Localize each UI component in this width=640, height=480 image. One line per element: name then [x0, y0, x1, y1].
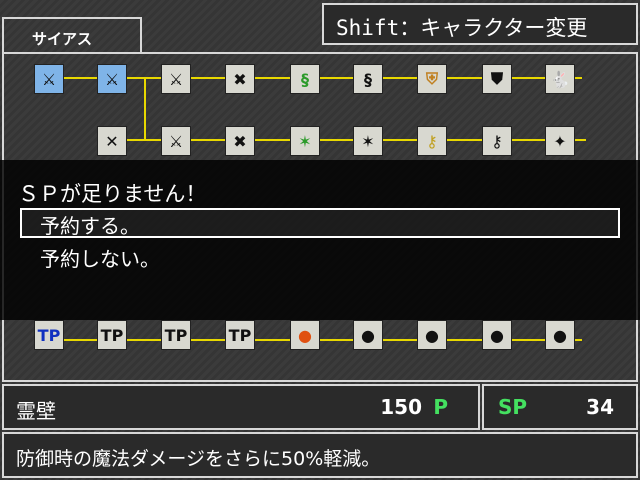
skill-description: 防御時の魔法ダメージをさらに50%軽減。	[16, 448, 381, 470]
shift-hint-box: Shift：キャラクター変更	[322, 3, 638, 45]
skill-node-black-orb[interactable]: ●	[353, 320, 383, 350]
skill-cost: 150	[380, 395, 422, 419]
skill-node-black-orb[interactable]: ●	[545, 320, 575, 350]
sp-panel: SP 34	[482, 384, 638, 430]
tree-link	[144, 77, 146, 139]
skill-node-sword[interactable]: ⚔	[161, 64, 191, 94]
skill-node-sword-dark[interactable]: ✖	[225, 126, 255, 156]
sp-label: SP	[498, 395, 528, 419]
skill-node-wolf-dark[interactable]: ✦	[545, 126, 575, 156]
skill-node-key-dark[interactable]: ⚷	[482, 126, 512, 156]
skill-node-tp[interactable]: TP	[97, 320, 127, 350]
skill-node-green-cross[interactable]: ✶	[290, 126, 320, 156]
skill-node-rabbit[interactable]: 🐇	[545, 64, 575, 94]
skill-cost-unit: P	[433, 395, 448, 419]
dialog-message: ＳＰが足りません！	[18, 182, 207, 206]
skill-node-green-whip[interactable]: §	[290, 64, 320, 94]
character-tab[interactable]: サイアス	[2, 17, 142, 53]
skill-node-sword[interactable]: ⚔	[97, 64, 127, 94]
sp-value: 34	[586, 395, 614, 419]
skill-node-cross-dark[interactable]: ✶	[353, 126, 383, 156]
skill-info-panel: 霊壁 150 P	[2, 384, 480, 430]
skill-node-black-orb[interactable]: ●	[482, 320, 512, 350]
skill-node-shield[interactable]: ⛨	[417, 64, 447, 94]
skill-node-key[interactable]: ⚷	[417, 126, 447, 156]
skill-node-tp[interactable]: TP	[225, 320, 255, 350]
skill-node-double-sword[interactable]: ✕	[97, 126, 127, 156]
skill-name: 霊壁	[16, 399, 56, 423]
option-no-reserve[interactable]: 予約しない。	[40, 243, 160, 272]
skill-node-shield-dark[interactable]: ⛊	[482, 64, 512, 94]
sp-shortage-dialog: ＳＰが足りません！ 予約する。 予約しない。	[0, 160, 640, 320]
skill-node-sword[interactable]: ⚔	[161, 126, 191, 156]
character-name: サイアス	[32, 30, 93, 48]
shift-hint-text: Shift：キャラクター変更	[336, 16, 588, 40]
skill-node-tp[interactable]: TP	[34, 320, 64, 350]
skill-node-sword[interactable]: ⚔	[34, 64, 64, 94]
option-reserve[interactable]: 予約する。	[40, 210, 140, 239]
skill-node-tp[interactable]: TP	[161, 320, 191, 350]
description-panel: 防御時の魔法ダメージをさらに50%軽減。	[2, 432, 638, 478]
skill-node-sword-dark[interactable]: ✖	[225, 64, 255, 94]
skill-node-orange-orb[interactable]: ●	[290, 320, 320, 350]
skill-node-black-orb[interactable]: ●	[417, 320, 447, 350]
skill-node-whip-dark[interactable]: §	[353, 64, 383, 94]
